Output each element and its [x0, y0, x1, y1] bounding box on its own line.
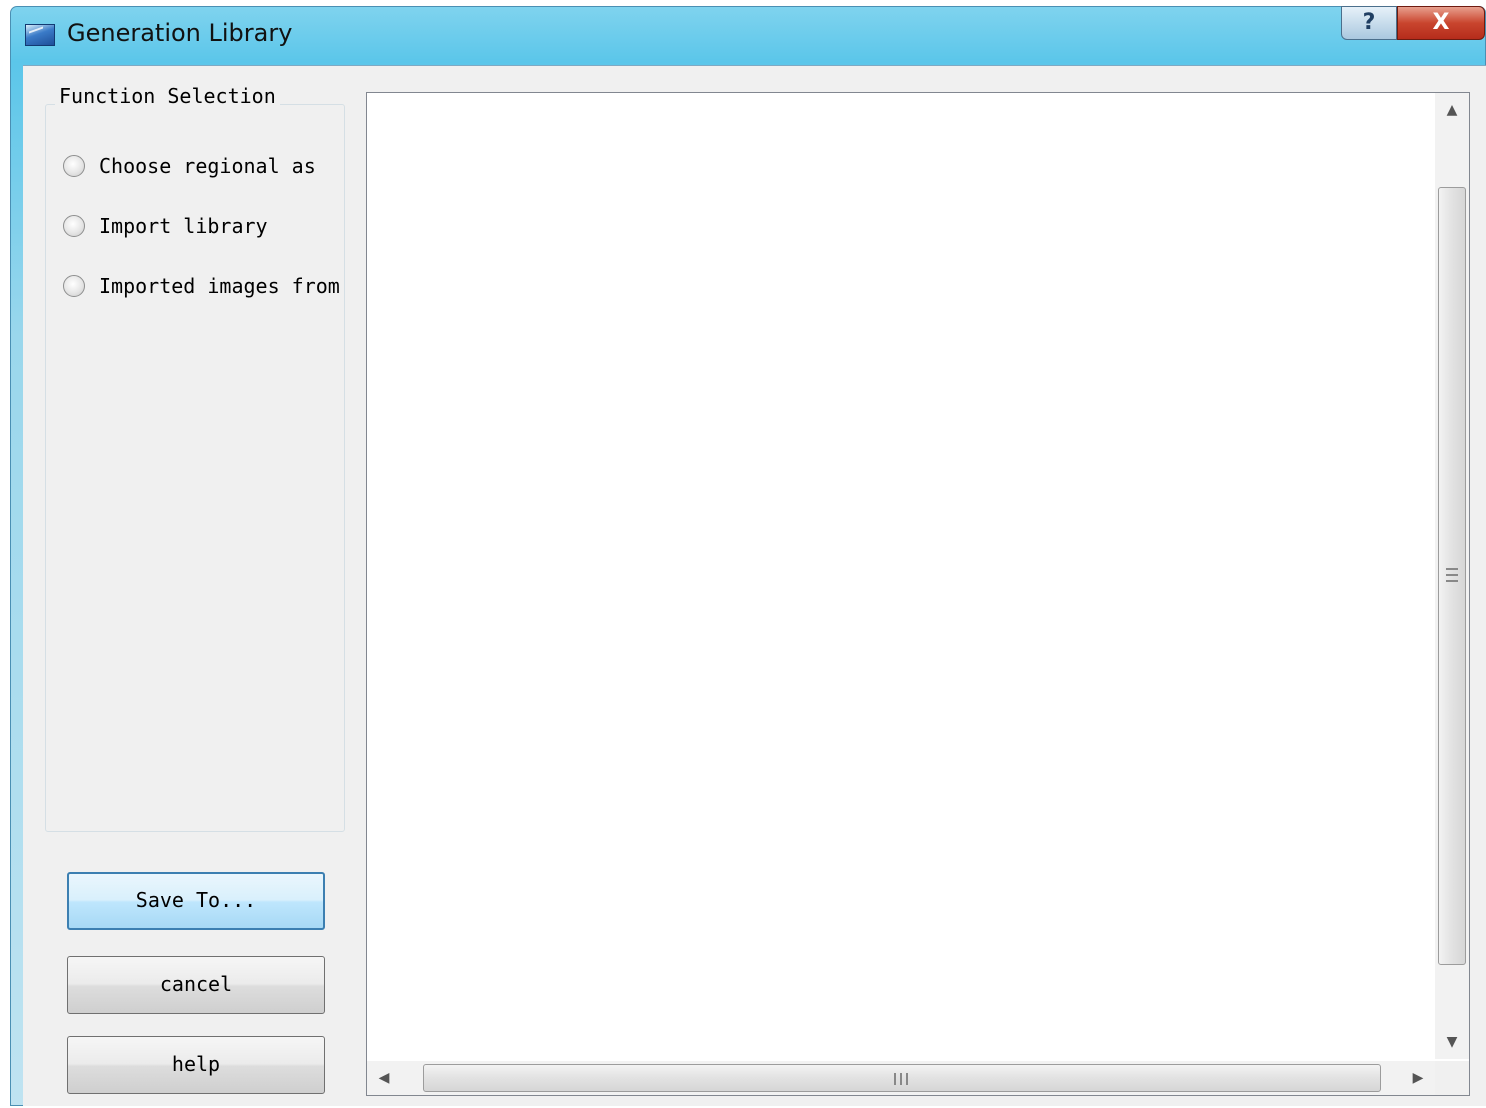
scroll-up-arrow-icon[interactable]: ▲: [1435, 93, 1469, 127]
vertical-scrollbar[interactable]: ▲ ▼: [1435, 93, 1469, 1059]
vertical-scroll-thumb[interactable]: [1438, 187, 1466, 965]
caption-buttons: ? X: [1341, 6, 1485, 40]
cancel-button[interactable]: cancel: [67, 956, 325, 1014]
radio-button[interactable]: [63, 155, 85, 177]
function-selection-title: Function Selection: [55, 84, 280, 108]
window-title: Generation Library: [67, 19, 293, 47]
help-caption-button[interactable]: ?: [1341, 6, 1397, 40]
horizontal-scrollbar[interactable]: ◀ ▶: [367, 1061, 1435, 1095]
help-button[interactable]: help: [67, 1036, 325, 1094]
dialog-client-area: Function Selection Choose regional as Im…: [23, 65, 1486, 1106]
radio-label: Imported images from: [99, 274, 340, 298]
radio-label: Choose regional as: [99, 154, 316, 178]
preview-panel[interactable]: ▲ ▼ ◀ ▶: [366, 92, 1470, 1096]
grip-icon: [1446, 568, 1458, 582]
save-to-button[interactable]: Save To...: [67, 872, 325, 930]
radio-label: Import library: [99, 214, 268, 238]
grip-icon: [894, 1073, 908, 1085]
radio-button[interactable]: [63, 215, 85, 237]
radio-button[interactable]: [63, 275, 85, 297]
close-button[interactable]: X: [1397, 6, 1485, 40]
scroll-down-arrow-icon[interactable]: ▼: [1435, 1025, 1469, 1059]
scroll-left-arrow-icon[interactable]: ◀: [367, 1061, 401, 1095]
horizontal-scroll-thumb[interactable]: [423, 1064, 1381, 1092]
title-bar[interactable]: Generation Library ? X: [11, 6, 1485, 63]
radio-option-import-library[interactable]: Import library: [63, 214, 268, 238]
generation-library-dialog: Generation Library ? X Function Selectio…: [10, 6, 1486, 1106]
radio-option-choose-regional[interactable]: Choose regional as: [63, 154, 316, 178]
scrollbar-corner: [1435, 1061, 1469, 1095]
radio-option-imported-images[interactable]: Imported images from: [63, 274, 340, 298]
app-icon: [25, 24, 55, 46]
scroll-right-arrow-icon[interactable]: ▶: [1401, 1061, 1435, 1095]
